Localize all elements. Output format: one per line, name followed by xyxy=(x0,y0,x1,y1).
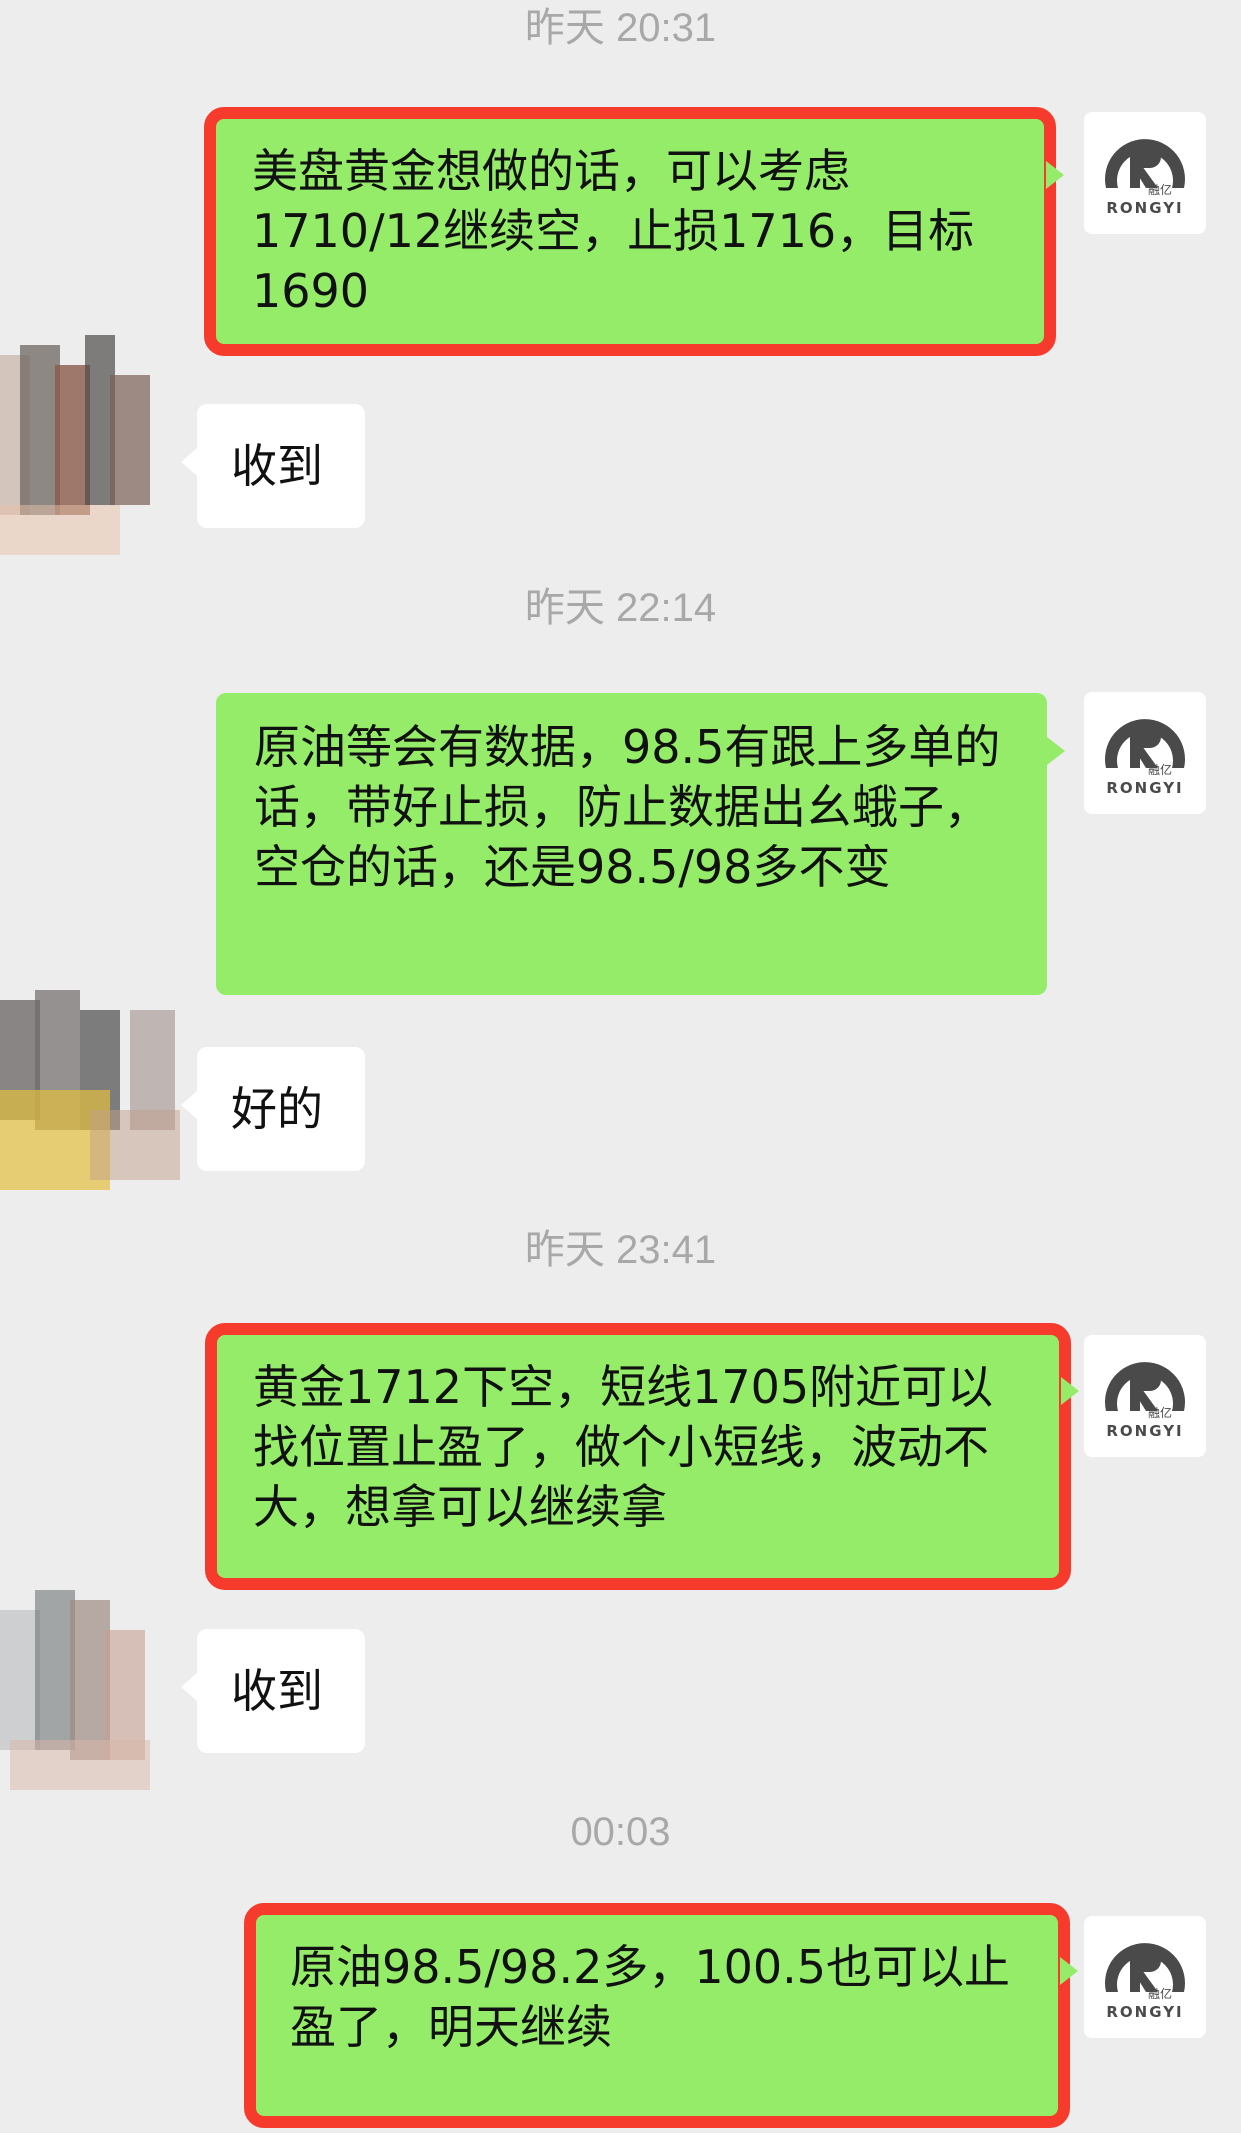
logo-chinese-text: 融亿 xyxy=(1148,762,1172,777)
own-avatar[interactable]: 融亿 RONGYI xyxy=(1084,1335,1206,1457)
contact-avatar-image xyxy=(0,335,150,555)
own-avatar[interactable]: 融亿 RONGYI xyxy=(1084,112,1206,234)
bubble-tail xyxy=(1047,737,1065,765)
message-text: 好的 xyxy=(231,1082,323,1136)
logo-r-stem xyxy=(1130,146,1140,188)
logo-english-text: RONGYI xyxy=(1106,779,1183,797)
own-message-bubble[interactable]: 美盘黄金想做的话，可以考虑1710/12继续空，止损1716，目标1690 xyxy=(204,107,1064,356)
logo-chinese-text: 融亿 xyxy=(1148,1405,1172,1420)
logo-english-text: RONGYI xyxy=(1106,199,1183,217)
own-avatar[interactable]: 融亿 RONGYI xyxy=(1084,1916,1206,2038)
timestamp: 昨天 20:31 xyxy=(524,6,717,50)
message-text: 原油等会有数据，98.5有跟上多单的话，带好止损，防止数据出幺蛾子，空仓的话，还… xyxy=(254,720,1001,894)
timestamp: 昨天 23:41 xyxy=(524,1228,717,1272)
logo-r-stem xyxy=(1130,1369,1140,1411)
contact-avatar[interactable] xyxy=(0,335,190,565)
logo-chinese-text: 融亿 xyxy=(1148,182,1172,197)
timestamp: 昨天 22:14 xyxy=(524,586,717,630)
rongyi-logo-icon: 融亿 RONGYI xyxy=(1105,139,1185,217)
bubble-tail xyxy=(181,1673,197,1701)
logo-english-text: RONGYI xyxy=(1106,2003,1183,2021)
bubble-tail xyxy=(181,448,197,476)
contact-avatar[interactable] xyxy=(0,990,190,1220)
bubble-tail xyxy=(181,1091,197,1119)
own-avatar[interactable]: 融亿 RONGYI xyxy=(1084,692,1206,814)
own-message-bubble[interactable]: 原油98.5/98.2多，100.5也可以止盈了，明天继续 xyxy=(244,1903,1078,2128)
contact-message-bubble[interactable]: 好的 xyxy=(181,1047,365,1171)
logo-r-stem xyxy=(1130,1950,1140,1992)
logo-chinese-text: 融亿 xyxy=(1148,1986,1172,2001)
contact-message-bubble[interactable]: 收到 xyxy=(181,1629,365,1753)
message-text: 收到 xyxy=(231,1664,323,1718)
message-text: 原油98.5/98.2多，100.5也可以止盈了，明天继续 xyxy=(290,1940,1011,2054)
contact-avatar-image xyxy=(0,990,180,1190)
rongyi-logo-icon: 融亿 RONGYI xyxy=(1105,1362,1185,1440)
own-message-bubble[interactable]: 黄金1712下空，短线1705附近可以找位置止盈了，做个小短线，波动不大，想拿可… xyxy=(205,1323,1079,1590)
message-text: 美盘黄金想做的话，可以考虑1710/12继续空，止损1716，目标1690 xyxy=(252,144,975,318)
message-text: 黄金1712下空，短线1705附近可以找位置止盈了，做个小短线，波动不大，想拿可… xyxy=(253,1360,994,1534)
logo-r-stem xyxy=(1130,726,1140,768)
bubble-tail xyxy=(1060,1957,1078,1985)
own-message-bubble[interactable]: 原油等会有数据，98.5有跟上多单的话，带好止损，防止数据出幺蛾子，空仓的话，还… xyxy=(216,693,1065,995)
timestamp: 00:03 xyxy=(570,1810,671,1854)
bubble-tail xyxy=(1061,1377,1079,1405)
contact-avatar[interactable] xyxy=(0,1590,190,1820)
message-text: 收到 xyxy=(231,439,323,493)
bubble-tail xyxy=(1046,161,1064,189)
rongyi-logo-icon: 融亿 RONGYI xyxy=(1105,719,1185,797)
logo-english-text: RONGYI xyxy=(1106,1422,1183,1440)
contact-message-bubble[interactable]: 收到 xyxy=(181,404,365,528)
rongyi-logo-icon: 融亿 RONGYI xyxy=(1105,1943,1185,2021)
contact-avatar-image xyxy=(0,1590,150,1790)
